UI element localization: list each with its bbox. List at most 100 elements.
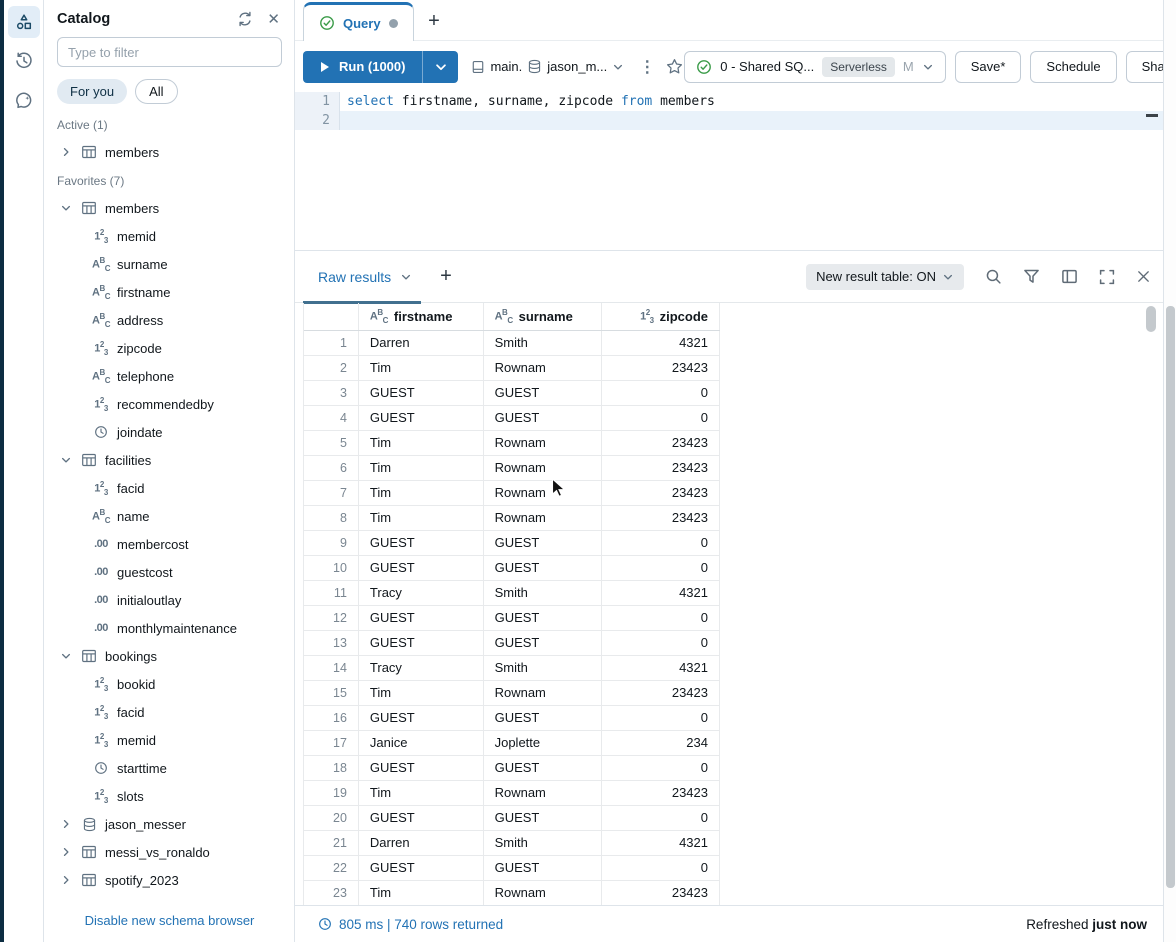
table-row[interactable]: 17JaniceJoplette234 <box>304 731 720 756</box>
catalog-schema-selector[interactable]: main. jason_m... <box>471 59 624 74</box>
tree-item-slots[interactable]: 123slots <box>45 782 294 810</box>
cell-surname[interactable]: GUEST <box>484 531 603 555</box>
table-row[interactable]: 23TimRownam23423 <box>304 881 720 905</box>
table-row[interactable]: 20GUESTGUEST0 <box>304 806 720 831</box>
table-row[interactable]: 15TimRownam23423 <box>304 681 720 706</box>
close-icon[interactable] <box>1136 269 1151 284</box>
tree-item-bookings[interactable]: bookings <box>45 642 294 670</box>
panel-icon[interactable] <box>1061 268 1078 285</box>
cell-zipcode[interactable]: 0 <box>602 756 720 780</box>
tree-item-members[interactable]: members <box>45 194 294 222</box>
cell-surname[interactable]: GUEST <box>484 806 603 830</box>
column-header-firstname[interactable]: ABCfirstname <box>359 303 484 330</box>
more-options-kebab-icon[interactable]: ⋮ <box>639 57 655 77</box>
tree-item-starttime[interactable]: starttime <box>45 754 294 782</box>
cell-zipcode[interactable]: 0 <box>602 531 720 555</box>
cell-surname[interactable]: Rownam <box>484 431 603 455</box>
table-row[interactable]: 1DarrenSmith4321 <box>304 331 720 356</box>
cell-firstname[interactable]: GUEST <box>359 631 484 655</box>
cell-zipcode[interactable]: 23423 <box>602 481 720 505</box>
tree-item-telephone[interactable]: ABCtelephone <box>45 362 294 390</box>
cell-zipcode[interactable]: 23423 <box>602 781 720 805</box>
page-scrollbar[interactable] <box>1163 0 1176 942</box>
cell-surname[interactable]: GUEST <box>484 556 603 580</box>
chevron-right-icon[interactable] <box>58 872 74 888</box>
table-row[interactable]: 21DarrenSmith4321 <box>304 831 720 856</box>
cell-zipcode[interactable]: 23423 <box>602 431 720 455</box>
table-row[interactable]: 6TimRownam23423 <box>304 456 720 481</box>
cell-firstname[interactable]: Darren <box>359 831 484 855</box>
tree-item-recommendedby[interactable]: 123recommendedby <box>45 390 294 418</box>
column-header-zipcode[interactable]: 123zipcode <box>602 303 720 330</box>
cell-firstname[interactable]: GUEST <box>359 706 484 730</box>
cell-firstname[interactable]: Tim <box>359 481 484 505</box>
table-row[interactable]: 4GUESTGUEST0 <box>304 406 720 431</box>
table-row[interactable]: 18GUESTGUEST0 <box>304 756 720 781</box>
cell-surname[interactable]: GUEST <box>484 381 603 405</box>
cell-firstname[interactable]: GUEST <box>359 806 484 830</box>
warehouse-selector[interactable]: 0 - Shared SQ... Serverless M <box>684 51 945 83</box>
cell-surname[interactable]: Smith <box>484 331 603 355</box>
chevron-right-icon[interactable] <box>58 144 74 160</box>
cell-zipcode[interactable]: 0 <box>602 381 720 405</box>
cell-firstname[interactable]: GUEST <box>359 556 484 580</box>
search-icon[interactable] <box>985 268 1002 285</box>
editor-line-1[interactable]: 1select firstname, surname, zipcode from… <box>295 92 1163 111</box>
new-result-table-toggle[interactable]: New result table: ON <box>806 264 964 290</box>
run-options-caret[interactable] <box>422 51 458 83</box>
chevron-down-icon[interactable] <box>58 452 74 468</box>
cell-zipcode[interactable]: 4321 <box>602 331 720 355</box>
cell-firstname[interactable]: Tracy <box>359 581 484 605</box>
editor-line-2[interactable]: 2 <box>295 111 1163 130</box>
query-duration-status[interactable]: 805 ms | 740 rows returned <box>318 917 503 932</box>
chevron-right-icon[interactable] <box>58 844 74 860</box>
table-row[interactable]: 14TracySmith4321 <box>304 656 720 681</box>
tree-item-facilities[interactable]: facilities <box>45 446 294 474</box>
tree-item-surname[interactable]: ABCsurname <box>45 250 294 278</box>
table-row[interactable]: 12GUESTGUEST0 <box>304 606 720 631</box>
cell-surname[interactable]: Rownam <box>484 781 603 805</box>
cell-zipcode[interactable]: 0 <box>602 706 720 730</box>
tree-item-facid[interactable]: 123facid <box>45 698 294 726</box>
cell-firstname[interactable]: GUEST <box>359 406 484 430</box>
refresh-icon[interactable] <box>237 11 253 27</box>
table-row[interactable]: 10GUESTGUEST0 <box>304 556 720 581</box>
catalog-filter-input[interactable] <box>57 37 282 67</box>
filter-pill-all[interactable]: All <box>135 79 177 104</box>
cell-zipcode[interactable]: 23423 <box>602 881 720 905</box>
rail-assistant-icon[interactable] <box>8 84 40 116</box>
table-row[interactable]: 19TimRownam23423 <box>304 781 720 806</box>
tree-item-membercost[interactable]: .00membercost <box>45 530 294 558</box>
cell-zipcode[interactable]: 23423 <box>602 356 720 380</box>
cell-firstname[interactable]: Tracy <box>359 656 484 680</box>
rail-schema-browser-icon[interactable] <box>8 6 40 38</box>
table-row[interactable]: 2TimRownam23423 <box>304 356 720 381</box>
tree-item-bookid[interactable]: 123bookid <box>45 670 294 698</box>
sql-code-editor[interactable]: 1select firstname, surname, zipcode from… <box>295 92 1163 250</box>
table-row[interactable]: 13GUESTGUEST0 <box>304 631 720 656</box>
tree-item-monthlymaintenance[interactable]: .00monthlymaintenance <box>45 614 294 642</box>
tree-item-diamonds[interactable]: diamonds <box>45 894 294 901</box>
cell-zipcode[interactable]: 0 <box>602 856 720 880</box>
cell-firstname[interactable]: GUEST <box>359 856 484 880</box>
cell-firstname[interactable]: Tim <box>359 356 484 380</box>
table-row[interactable]: 8TimRownam23423 <box>304 506 720 531</box>
code-line[interactable] <box>340 111 1163 130</box>
rail-history-icon[interactable] <box>8 45 40 77</box>
run-button[interactable]: Run (1000) <box>303 51 422 83</box>
cell-zipcode[interactable]: 234 <box>602 731 720 755</box>
cell-zipcode[interactable]: 0 <box>602 806 720 830</box>
cell-surname[interactable]: GUEST <box>484 606 603 630</box>
cell-surname[interactable]: Joplette <box>484 731 603 755</box>
disable-schema-browser-link[interactable]: Disable new schema browser <box>45 901 294 942</box>
tree-item-address[interactable]: ABCaddress <box>45 306 294 334</box>
column-header-surname[interactable]: ABCsurname <box>484 303 603 330</box>
schedule-button[interactable]: Schedule <box>1030 51 1116 83</box>
tab-query[interactable]: Query <box>303 2 414 41</box>
cell-firstname[interactable]: GUEST <box>359 531 484 555</box>
cell-zipcode[interactable]: 23423 <box>602 506 720 530</box>
cell-firstname[interactable]: Tim <box>359 781 484 805</box>
table-row[interactable]: 16GUESTGUEST0 <box>304 706 720 731</box>
raw-results-tab[interactable]: Raw results <box>318 269 412 285</box>
tree-item-spotify_2023[interactable]: spotify_2023 <box>45 866 294 894</box>
